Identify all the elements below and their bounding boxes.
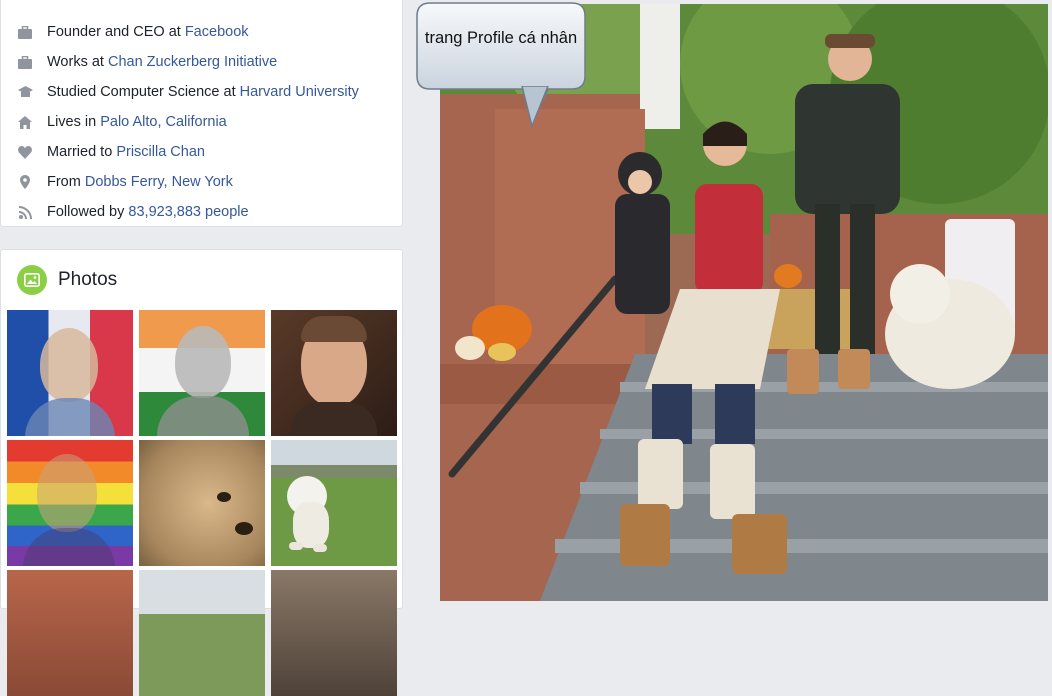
intro-item-link[interactable]: 83,923,883 people (128, 204, 248, 220)
intro-item-work: Works at Chan Zuckerberg Initiative (17, 50, 277, 74)
intro-item-link[interactable]: Facebook (185, 24, 249, 40)
intro-item-text: Studied Computer Science at Harvard Univ… (47, 84, 359, 100)
photos-header[interactable]: Photos (17, 265, 117, 295)
french-flag-profile-photo[interactable] (7, 310, 133, 436)
intro-item-link[interactable]: Dobbs Ferry, New York (85, 174, 233, 190)
intro-item-education: Studied Computer Science at Harvard Univ… (17, 80, 359, 104)
intro-item-text: Followed by 83,923,883 people (47, 204, 249, 220)
photos-title: Photos (58, 269, 118, 290)
intro-item-followers: Followed by 83,923,883 people (17, 200, 249, 224)
intro-item-text: From Dobbs Ferry, New York (47, 174, 233, 190)
rainbow-profile-photo[interactable] (7, 440, 133, 566)
intro-item-text: Married to Priscilla Chan (47, 144, 205, 160)
briefcase-icon (17, 54, 33, 70)
intro-item-link[interactable]: Chan Zuckerberg Initiative (108, 54, 277, 70)
briefcase-icon (17, 24, 33, 40)
intro-item-text: Works at Chan Zuckerberg Initiative (47, 54, 278, 70)
photos-icon (17, 265, 47, 295)
intro-item-relationship: Married to Priscilla Chan (17, 140, 205, 164)
intro-item-link[interactable]: Harvard University (240, 84, 359, 100)
annotation-speech-bubble (416, 2, 586, 98)
photos-card: Photos (0, 249, 403, 696)
intro-item-link[interactable]: Priscilla Chan (116, 144, 205, 160)
india-flag-profile-photo[interactable] (139, 310, 265, 436)
partial-photo-1[interactable] (7, 570, 133, 696)
puppy-closeup-photo[interactable] (139, 440, 265, 566)
home-icon (17, 114, 33, 130)
white-puppy-on-grass-photo[interactable] (271, 440, 397, 566)
annotation-text: trang Profile cá nhân (424, 29, 578, 47)
rss-icon (17, 204, 33, 220)
annotation-bubble-tail (521, 86, 549, 129)
intro-item-link[interactable]: Palo Alto, California (100, 114, 227, 130)
intro-item-work: Founder and CEO at Facebook (17, 20, 249, 44)
heart-icon (17, 144, 33, 160)
partial-photo-2[interactable] (139, 570, 265, 696)
intro-item-hometown: From Dobbs Ferry, New York (17, 170, 233, 194)
partial-photo-3[interactable] (271, 570, 397, 696)
intro-card: Founder and CEO at Facebook Works at Cha… (0, 0, 403, 227)
intro-item-text: Lives in Palo Alto, California (47, 114, 227, 130)
portrait-photo[interactable] (271, 310, 397, 436)
intro-item-lives: Lives in Palo Alto, California (17, 110, 227, 134)
intro-item-text: Founder and CEO at Facebook (47, 24, 249, 40)
graduation-cap-icon (17, 84, 33, 100)
location-pin-icon (17, 174, 33, 190)
